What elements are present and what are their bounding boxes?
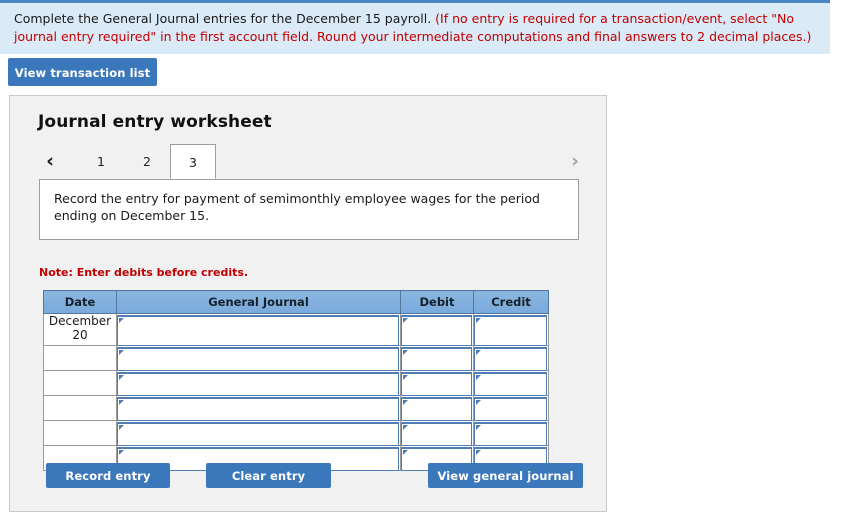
- cell-general-journal[interactable]: [116, 395, 401, 421]
- cell-credit[interactable]: [473, 395, 549, 421]
- view-transaction-list-button[interactable]: View transaction list: [8, 58, 157, 86]
- debit-input[interactable]: [401, 372, 472, 396]
- debit-input[interactable]: [401, 422, 472, 446]
- cell-general-journal[interactable]: [116, 370, 401, 396]
- debit-input[interactable]: [401, 315, 472, 346]
- cell-date[interactable]: [43, 345, 117, 371]
- table-row: December 20: [43, 313, 549, 346]
- credit-input[interactable]: [474, 422, 547, 446]
- cell-date[interactable]: [43, 395, 117, 421]
- column-header-general-journal: General Journal: [116, 290, 401, 314]
- cell-credit[interactable]: [473, 370, 549, 396]
- debits-before-credits-note: Note: Enter debits before credits.: [39, 266, 249, 279]
- debit-input[interactable]: [401, 397, 472, 421]
- credit-input[interactable]: [474, 372, 547, 396]
- table-row: [43, 370, 549, 396]
- cell-date[interactable]: [43, 420, 117, 446]
- table-row: [43, 395, 549, 421]
- cell-debit[interactable]: [400, 345, 474, 371]
- account-input[interactable]: [117, 372, 399, 396]
- account-input[interactable]: [117, 397, 399, 421]
- cell-debit[interactable]: [400, 395, 474, 421]
- cell-date[interactable]: [43, 370, 117, 396]
- chevron-right-icon[interactable]: ›: [564, 149, 586, 173]
- chevron-left-icon[interactable]: ‹: [39, 149, 61, 173]
- instruction-banner: Complete the General Journal entries for…: [0, 0, 830, 55]
- credit-input[interactable]: [474, 347, 547, 371]
- account-input[interactable]: [117, 422, 399, 446]
- cell-credit[interactable]: [473, 313, 549, 346]
- journal-entry-worksheet-panel: Journal entry worksheet ‹ 1 2 3 › Record…: [9, 95, 607, 512]
- tab-2[interactable]: 2: [124, 144, 170, 179]
- table-header-row: Date General Journal Debit Credit: [43, 290, 549, 314]
- cell-general-journal[interactable]: [116, 420, 401, 446]
- debit-input[interactable]: [401, 347, 472, 371]
- credit-input[interactable]: [474, 315, 547, 346]
- cell-credit[interactable]: [473, 345, 549, 371]
- table-row: [43, 420, 549, 446]
- tab-3[interactable]: 3: [170, 144, 216, 179]
- column-header-debit: Debit: [400, 290, 474, 314]
- cell-debit[interactable]: [400, 313, 474, 346]
- cell-credit[interactable]: [473, 420, 549, 446]
- panel-title: Journal entry worksheet: [38, 112, 272, 132]
- cell-general-journal[interactable]: [116, 313, 401, 346]
- view-general-journal-button[interactable]: View general journal: [428, 463, 583, 488]
- credit-input[interactable]: [474, 397, 547, 421]
- column-header-credit: Credit: [473, 290, 549, 314]
- cell-debit[interactable]: [400, 420, 474, 446]
- tab-1[interactable]: 1: [78, 144, 124, 179]
- table-row: [43, 345, 549, 371]
- record-entry-button[interactable]: Record entry: [46, 463, 170, 488]
- account-input[interactable]: [117, 347, 399, 371]
- instruction-main-text: Complete the General Journal entries for…: [14, 11, 436, 26]
- clear-entry-button[interactable]: Clear entry: [206, 463, 331, 488]
- journal-entry-table: Date General Journal Debit Credit Decemb…: [43, 290, 549, 471]
- cell-general-journal[interactable]: [116, 345, 401, 371]
- cell-debit[interactable]: [400, 370, 474, 396]
- transaction-prompt: Record the entry for payment of semimont…: [39, 179, 579, 240]
- account-input[interactable]: [117, 315, 399, 346]
- tab-strip: ‹ 1 2 3 ›: [10, 144, 606, 180]
- column-header-date: Date: [43, 290, 117, 314]
- cell-date: December 20: [43, 313, 117, 346]
